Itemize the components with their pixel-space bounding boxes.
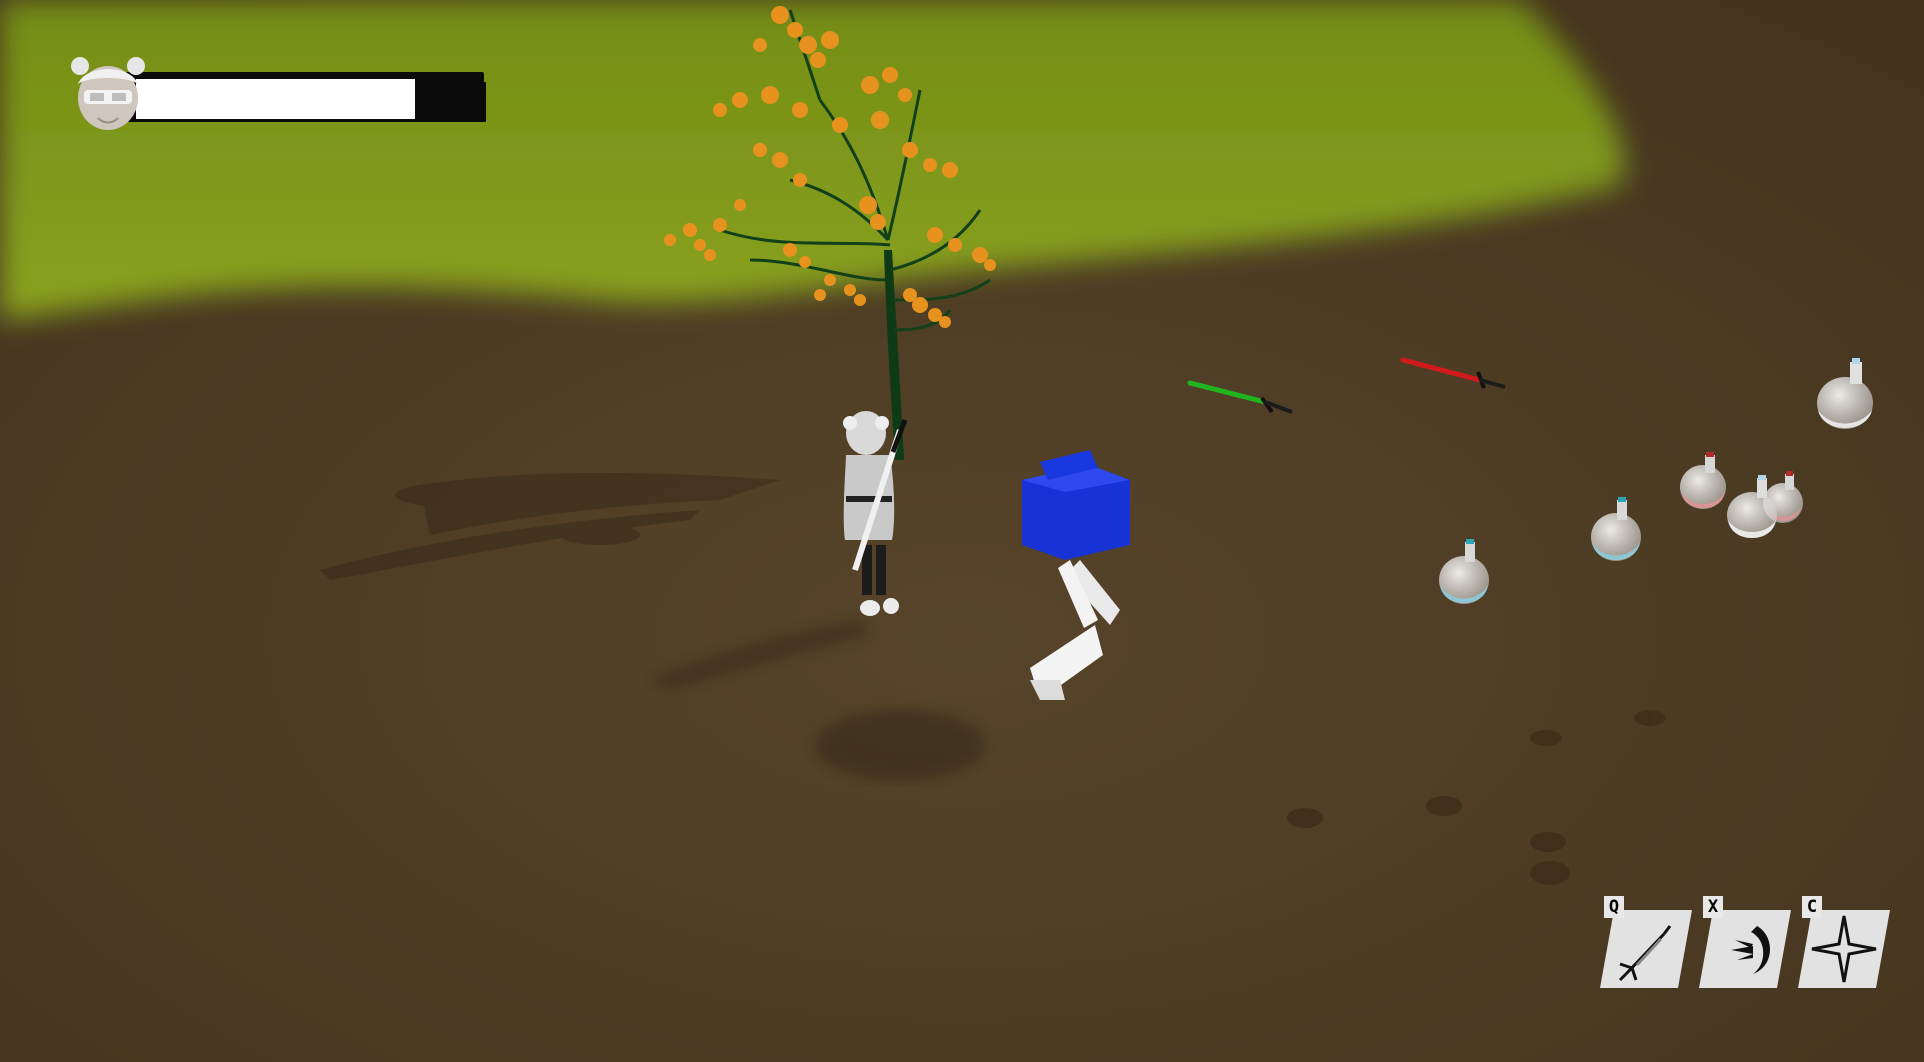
skill-key-label: X <box>1703 896 1723 918</box>
health-bar-fill <box>136 79 415 119</box>
skill-slot-c[interactable]: C <box>1794 896 1894 992</box>
skill-slot-q[interactable]: Q <box>1596 896 1696 992</box>
enemy-shadow <box>815 710 985 780</box>
skill-slot-x[interactable]: X <box>1695 896 1795 992</box>
four-point-star-icon <box>1798 910 1890 988</box>
health-bar-end-cap <box>476 82 486 122</box>
player-portrait-icon <box>71 57 145 130</box>
skill-key-label: Q <box>1604 896 1624 918</box>
player-health-hud <box>68 54 486 134</box>
skill-key-label: C <box>1802 896 1822 918</box>
skill-bar: Q X C <box>1596 896 1906 1000</box>
crescent-slash-icon <box>1699 910 1791 988</box>
sword-icon <box>1600 910 1692 988</box>
